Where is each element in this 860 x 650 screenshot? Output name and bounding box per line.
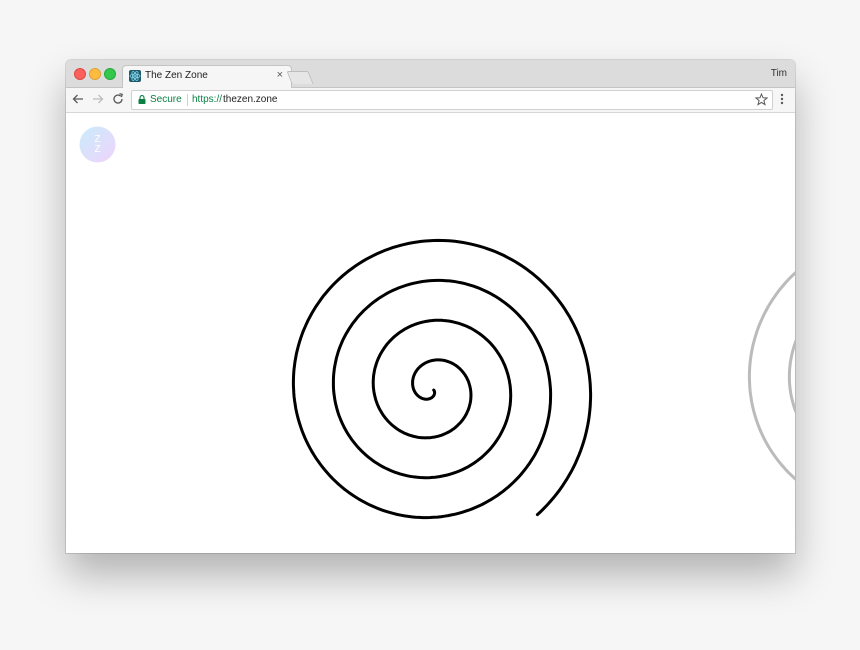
url-separator (187, 94, 188, 106)
bookmark-star-button[interactable] (754, 92, 769, 111)
page-content: Z Z (66, 113, 795, 553)
tab-title: The Zen Zone (145, 70, 208, 81)
browser-toolbar: Secure https:// thezen.zone (66, 88, 795, 113)
close-window-button[interactable] (74, 68, 86, 80)
new-tab-button[interactable] (286, 71, 314, 84)
main-spiral (291, 238, 593, 520)
tab-the-zen-zone[interactable]: The Zen Zone × (122, 65, 292, 89)
arrow-left-icon (72, 94, 83, 104)
ghost-spiral (747, 271, 795, 481)
browser-menu-button[interactable] (779, 92, 785, 111)
atom-icon (129, 70, 141, 82)
tab-close-button[interactable]: × (277, 69, 283, 81)
browser-window: The Zen Zone × Tim Secure https:// theze… (66, 60, 795, 553)
spiral-canvas (291, 238, 795, 520)
kebab-menu-icon (780, 93, 784, 105)
address-bar[interactable]: Secure https:// thezen.zone (131, 90, 773, 110)
star-icon (754, 92, 769, 106)
reload-button[interactable] (111, 92, 125, 106)
tab-strip: The Zen Zone × Tim (66, 60, 795, 89)
arrow-right-icon (93, 94, 104, 104)
reload-icon (113, 93, 124, 104)
back-button[interactable] (71, 92, 85, 106)
zoom-window-button[interactable] (104, 68, 116, 80)
lock-icon (138, 95, 146, 104)
url-scheme: https:// (192, 94, 223, 105)
url-host: thezen.zone (223, 94, 278, 105)
profile-button[interactable]: Tim (771, 68, 787, 79)
minimize-window-button[interactable] (89, 68, 101, 80)
forward-button[interactable] (91, 92, 105, 106)
secure-label: Secure (150, 94, 182, 105)
